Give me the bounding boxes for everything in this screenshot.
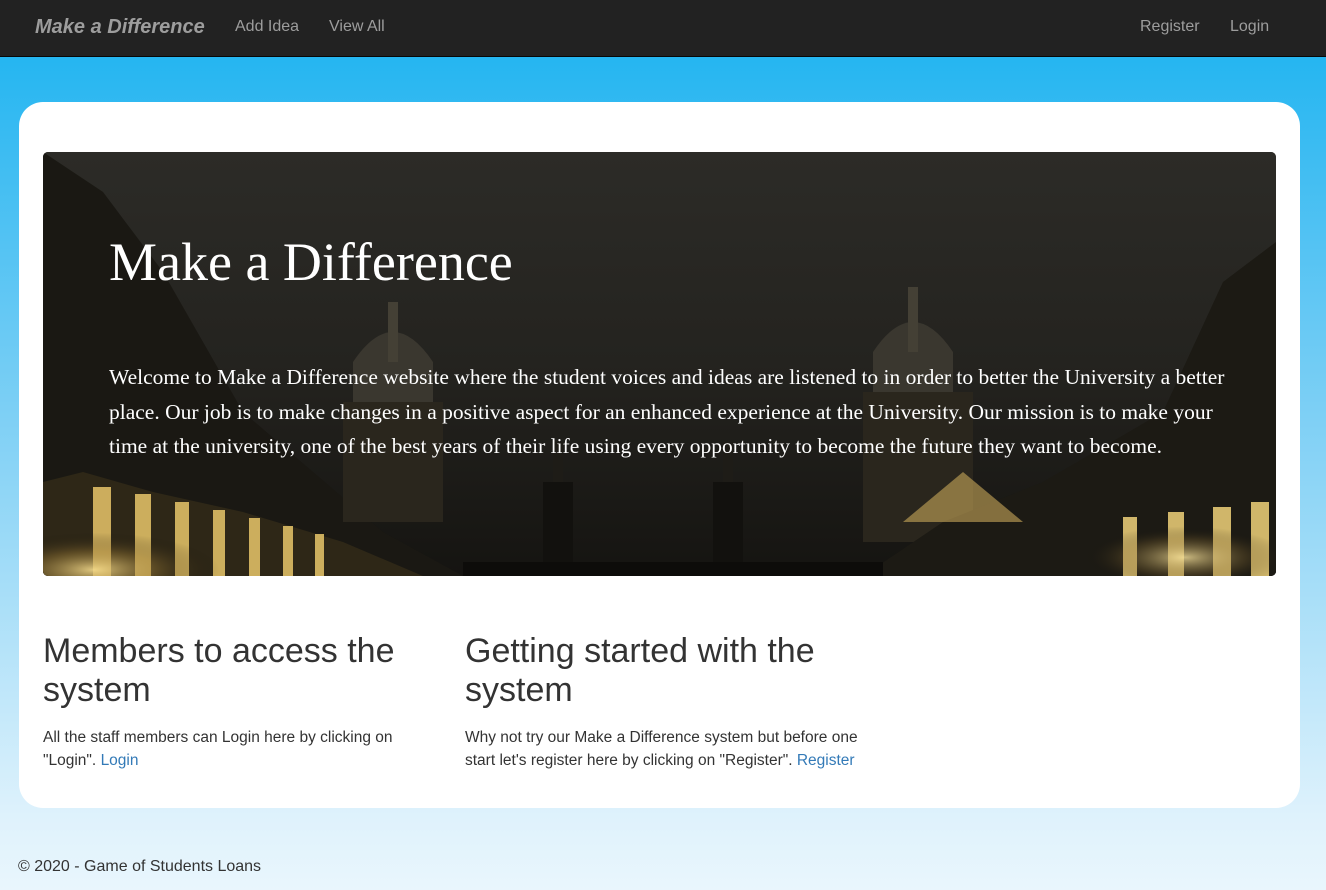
top-navbar: Make a Difference Add Idea View All Regi… (0, 0, 1326, 57)
getting-started-section: Getting started with the system Why not … (465, 632, 865, 772)
nav-add-idea-link[interactable]: Add Idea (235, 17, 299, 37)
nav-view-all-link[interactable]: View All (329, 17, 385, 37)
members-access-description: All the staff members can Login here by … (43, 729, 393, 769)
hero-jumbotron: Make a Difference Welcome to Make a Diff… (43, 152, 1276, 576)
nav-register-link[interactable]: Register (1140, 17, 1200, 37)
getting-started-text: Why not try our Make a Difference system… (465, 726, 865, 772)
getting-started-heading: Getting started with the system (465, 632, 815, 709)
members-access-heading: Members to access the system (43, 632, 395, 709)
members-access-text: All the staff members can Login here by … (43, 726, 443, 772)
register-link[interactable]: Register (797, 752, 855, 769)
hero-title: Make a Difference (109, 232, 513, 292)
members-access-section: Members to access the system All the sta… (43, 632, 443, 772)
login-link[interactable]: Login (101, 752, 139, 769)
nav-login-link[interactable]: Login (1230, 17, 1269, 37)
brand-link[interactable]: Make a Difference (35, 15, 205, 39)
hero-description: Welcome to Make a Difference website whe… (109, 365, 1225, 458)
main-content-card: Make a Difference Welcome to Make a Diff… (19, 102, 1300, 808)
footer-copyright: © 2020 - Game of Students Loans (18, 858, 262, 875)
